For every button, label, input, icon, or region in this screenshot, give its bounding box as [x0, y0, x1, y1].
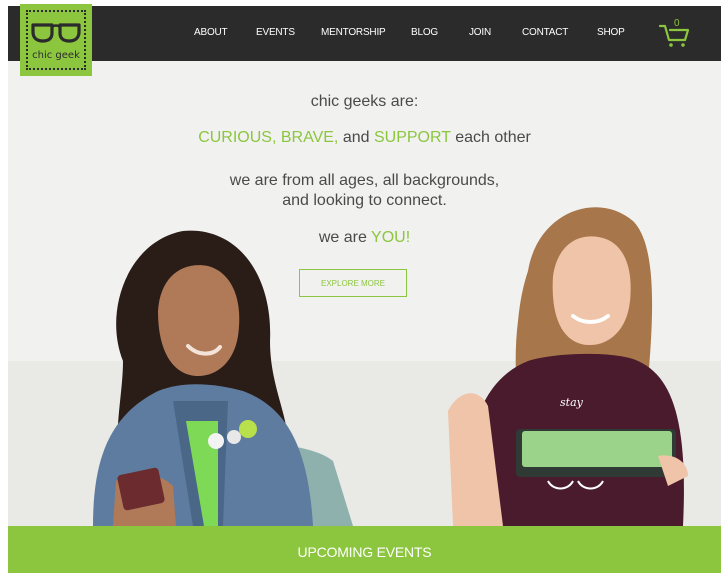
hero-line-3a: we are from all ages, all backgrounds, — [229, 172, 500, 189]
hero-line-1: chic geeks are: — [310, 93, 419, 110]
nav-item-contact[interactable]: CONTACT — [522, 27, 568, 38]
shirt-text: stay — [560, 396, 584, 409]
upcoming-events-section: UPCOMING EVENTS — [8, 526, 721, 573]
site-header: ABOUT EVENTS MENTORSHIP BLOG JOIN CONTAC… — [8, 6, 721, 61]
we-are-text: we are — [318, 229, 367, 246]
logo-text: chic geek — [32, 50, 80, 61]
main-nav: ABOUT EVENTS MENTORSHIP BLOG JOIN CONTAC… — [8, 6, 721, 61]
nav-item-events[interactable]: EVENTS — [256, 27, 295, 38]
you-text: YOU! — [371, 229, 411, 246]
nav-item-about[interactable]: ABOUT — [194, 27, 228, 38]
hero-line-3b: and looking to connect. — [282, 192, 447, 209]
site-logo[interactable]: chic geek — [20, 4, 92, 76]
word-support: SUPPORT — [373, 129, 451, 146]
nav-item-join[interactable]: JOIN — [469, 27, 491, 38]
hero-line-3: we are from all ages, all backgrounds, a… — [8, 171, 721, 211]
upcoming-events-title: UPCOMING EVENTS — [297, 544, 432, 560]
word-each-other: each other — [455, 129, 531, 146]
glasses-icon — [31, 23, 81, 43]
cart-count: 0 — [674, 18, 680, 29]
hero-line-4: we are YOU! — [8, 229, 721, 247]
word-curious: CURIOUS, — [198, 129, 277, 146]
word-and: and — [342, 129, 370, 146]
nav-item-shop[interactable]: SHOP — [597, 27, 625, 38]
cart-button[interactable]: 0 — [658, 18, 692, 48]
word-brave: BRAVE, — [280, 129, 339, 146]
hero-line-2: CURIOUS, BRAVE, and SUPPORT each other — [8, 129, 721, 147]
nav-item-blog[interactable]: BLOG — [411, 27, 438, 38]
hero-section: stay chic geeks are: CURIOUS, BRAVE, and… — [8, 61, 721, 526]
explore-more-button[interactable]: EXPLORE MORE — [299, 269, 407, 297]
nav-item-mentorship[interactable]: MENTORSHIP — [321, 27, 386, 38]
